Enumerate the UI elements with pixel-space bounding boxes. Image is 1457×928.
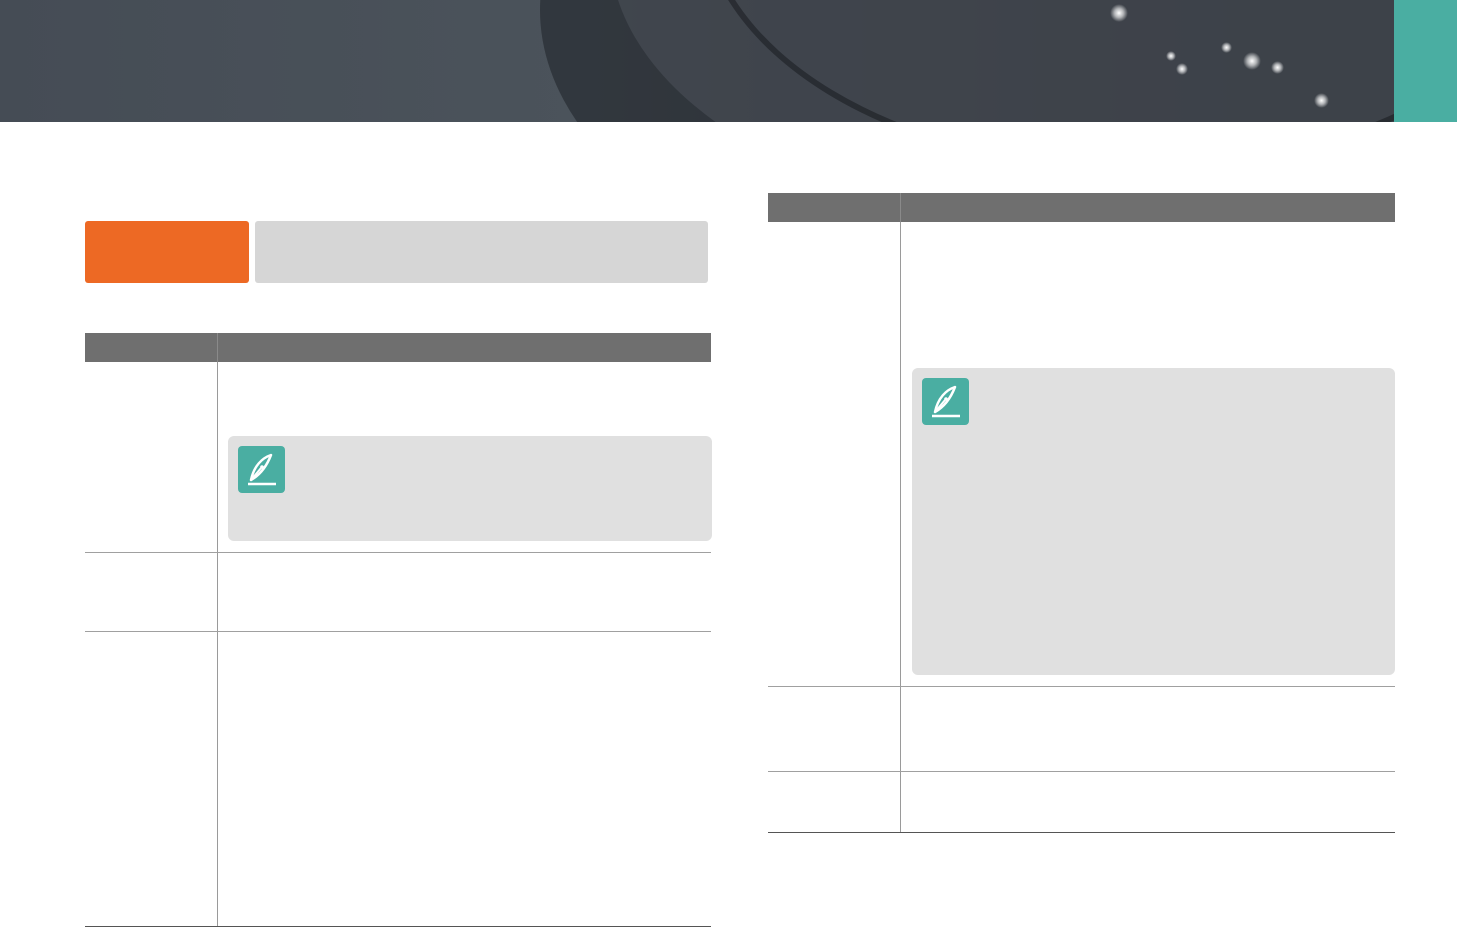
table-bottom-rule [768, 832, 1395, 833]
banner-light [1314, 93, 1329, 108]
row-divider [85, 631, 711, 632]
note-box [228, 436, 712, 541]
section-badge [85, 221, 249, 283]
banner-light [1271, 61, 1284, 74]
banner-light [1110, 4, 1128, 22]
chapter-tab[interactable] [1394, 0, 1457, 122]
row-divider [768, 771, 1395, 772]
banner-light [1221, 42, 1232, 53]
header-banner [0, 0, 1457, 122]
pen-nib-icon [922, 378, 969, 425]
table-bottom-rule [85, 926, 711, 927]
note-box [912, 368, 1395, 675]
banner-light [1166, 51, 1176, 61]
banner-light [1176, 63, 1188, 75]
banner-light [1243, 52, 1261, 70]
table-header-right [768, 193, 1395, 222]
column-divider [217, 362, 218, 927]
row-divider [85, 552, 711, 553]
table-header-left [85, 333, 711, 362]
section-title-box [255, 221, 708, 283]
column-divider [217, 333, 218, 362]
row-divider [768, 686, 1395, 687]
column-divider [900, 193, 901, 222]
pen-nib-icon [238, 446, 285, 493]
column-divider [900, 222, 901, 832]
